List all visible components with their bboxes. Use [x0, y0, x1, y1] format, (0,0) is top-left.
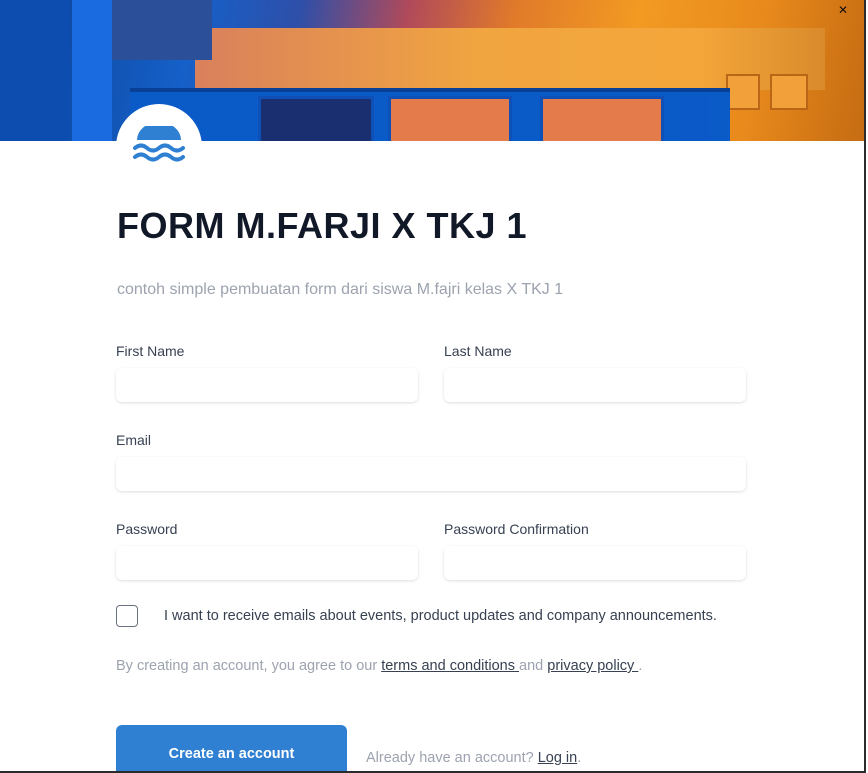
hero-shape: [680, 96, 710, 141]
marketing-emails-label: I want to receive emails about events, p…: [164, 608, 717, 624]
agreement-text: By creating an account, you agree to our…: [116, 658, 642, 674]
agreement-suffix: .: [638, 658, 643, 674]
email-label: Email: [116, 432, 152, 448]
hero-window: [726, 74, 760, 110]
hero-shape: [0, 0, 70, 141]
email-field[interactable]: [116, 457, 746, 491]
login-prompt: Already have an account? Log in.: [366, 750, 581, 766]
last-name-input[interactable]: [444, 368, 746, 402]
first-name-label: First Name: [116, 343, 185, 359]
first-name-input[interactable]: [116, 368, 418, 402]
password-label: Password: [116, 521, 178, 537]
password-confirmation-input[interactable]: [444, 546, 746, 580]
hero-shape: [72, 0, 112, 141]
password-confirmation-label: Password Confirmation: [444, 521, 589, 537]
hero-window: [770, 74, 808, 110]
marketing-emails-checkbox[interactable]: [116, 605, 138, 627]
login-prompt-suffix: .: [577, 750, 582, 766]
signup-page: ✕ FORM M.FARJI X TKJ 1 contoh simple pem…: [0, 0, 866, 773]
page-title: FORM M.FARJI X TKJ 1: [117, 205, 528, 246]
create-account-button[interactable]: Create an account: [116, 725, 347, 771]
hero-window: [388, 96, 512, 141]
login-prompt-prefix: Already have an account?: [366, 750, 538, 766]
password-input[interactable]: [116, 546, 418, 580]
hero-window: [258, 96, 374, 141]
privacy-policy-link[interactable]: privacy policy: [547, 658, 638, 674]
logo: [116, 104, 202, 190]
login-link[interactable]: Log in: [538, 750, 578, 766]
agreement-middle: and: [519, 658, 548, 674]
agreement-prefix: By creating an account, you agree to our: [116, 658, 382, 674]
last-name-label: Last Name: [444, 343, 512, 359]
hero-shape: [112, 0, 212, 60]
terms-link[interactable]: terms and conditions: [381, 658, 519, 674]
hero-window: [540, 96, 664, 141]
hero-corner-mark: ✕: [838, 3, 849, 17]
page-subtitle: contoh simple pembuatan form dari siswa …: [117, 281, 564, 298]
